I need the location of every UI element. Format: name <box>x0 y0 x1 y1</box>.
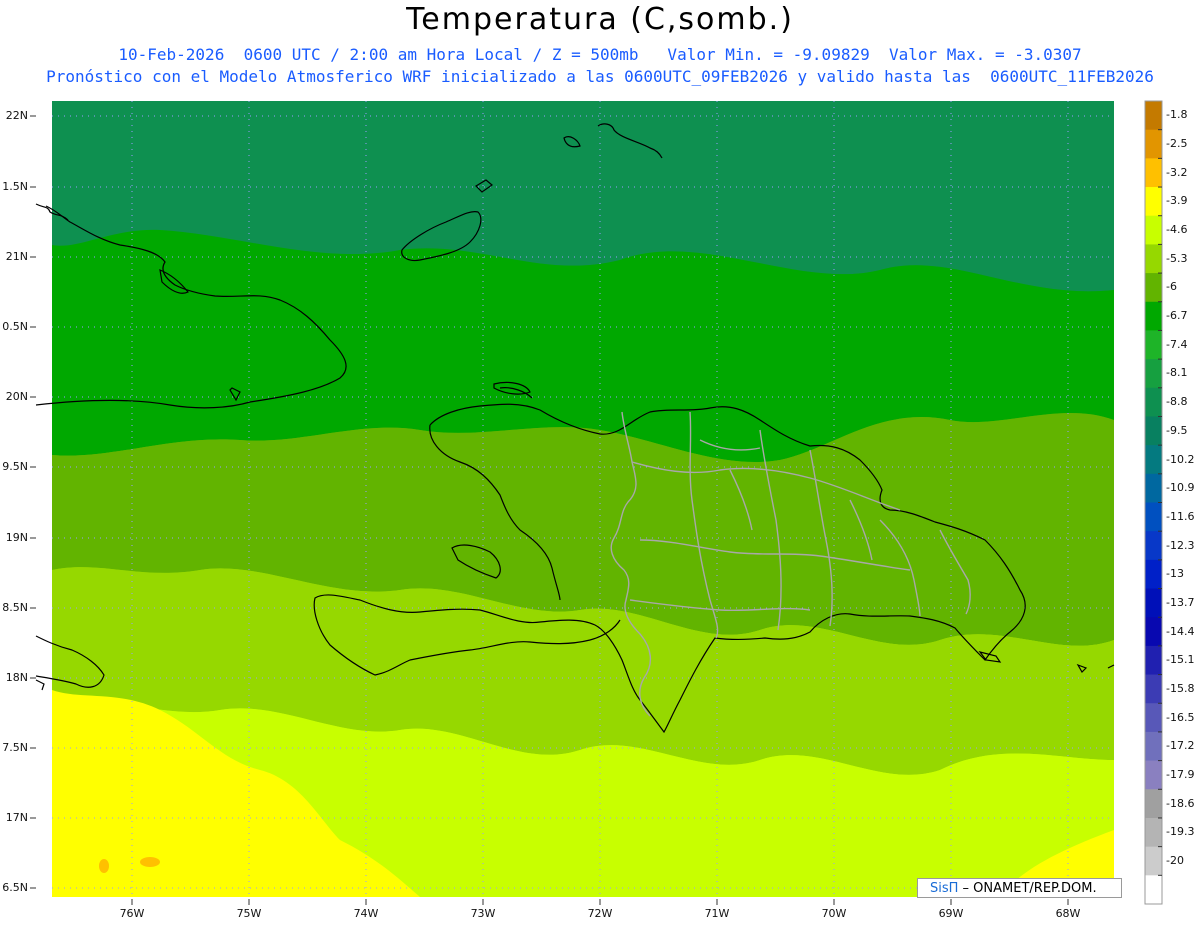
lat-label: 20N <box>5 390 28 403</box>
colorbar-swatch <box>1145 129 1162 159</box>
colorbar-swatch <box>1145 817 1162 848</box>
colorbar-swatch <box>1145 416 1162 446</box>
lon-label: 73W <box>470 907 496 920</box>
lat-label: 7.5N <box>2 741 28 754</box>
colorbar-swatch <box>1145 445 1162 475</box>
lat-label: 6.5N <box>2 881 28 894</box>
lat-label: 17N <box>5 811 28 824</box>
warm-patch <box>140 857 160 867</box>
colorbar-swatch <box>1145 731 1162 762</box>
lon-label: 69W <box>938 907 964 920</box>
colorbar-swatch <box>1145 359 1162 389</box>
colorbar-swatch <box>1145 875 1162 905</box>
colorbar-swatch <box>1145 101 1162 131</box>
lat-label: 21N <box>5 250 28 263</box>
colorbar-label: -10.9 <box>1166 481 1195 495</box>
colorbar-label: -4.6 <box>1166 223 1188 237</box>
colorbar-swatch <box>1145 531 1162 561</box>
lon-label: 75W <box>236 907 262 920</box>
lon-label: 74W <box>353 907 379 920</box>
colorbar-label: -20 <box>1166 854 1184 867</box>
colorbar-label: -15.1 <box>1166 653 1195 667</box>
colorbar-swatch <box>1145 674 1162 704</box>
colorbar-swatch <box>1145 473 1162 503</box>
lat-label: 18N <box>5 671 28 684</box>
colorbar-label: -9.5 <box>1166 423 1188 437</box>
colorbar-swatch <box>1145 617 1162 647</box>
colorbar-label: -2.5 <box>1166 137 1188 150</box>
lat-label: 9.5N <box>2 460 28 473</box>
credit-brand: SisΠ <box>930 881 959 896</box>
lon-label: 68W <box>1055 907 1081 920</box>
colorbar-label: -19.3 <box>1166 825 1195 839</box>
colorbar-label: -3.2 <box>1166 165 1188 179</box>
colorbar-label: -1.8 <box>1166 108 1188 122</box>
colorbar-label: -12.3 <box>1166 538 1195 552</box>
colorbar-label: -16.5 <box>1166 710 1195 724</box>
colorbar-swatch <box>1145 789 1162 819</box>
colorbar-swatch <box>1145 760 1162 790</box>
colorbar-swatch <box>1145 703 1162 733</box>
lat-label: 19N <box>5 531 28 544</box>
colorbar-label: -6 <box>1166 280 1177 294</box>
warm-patch-2 <box>99 859 109 873</box>
colorbar-label: -6.7 <box>1166 309 1188 323</box>
colorbar-label: -14.4 <box>1166 624 1195 638</box>
lat-label: 0.5N <box>2 320 28 333</box>
colorbar-swatch <box>1145 502 1162 532</box>
colorbar-label: -10.2 <box>1166 452 1195 466</box>
colorbar-label: -5.3 <box>1166 251 1188 265</box>
colorbar-swatch <box>1145 645 1162 676</box>
colorbar-label: -13.7 <box>1166 595 1195 609</box>
lon-label: 71W <box>704 907 730 920</box>
model-info-line: Pronóstico con el Modelo Atmosferico WRF… <box>46 67 1154 86</box>
colorbar-swatch <box>1145 215 1162 245</box>
colorbar-swatch <box>1145 387 1162 417</box>
colorbar-label: -18.6 <box>1166 796 1195 810</box>
forecast-time-line: 10-Feb-2026 0600 UTC / 2:00 am Hora Loca… <box>118 45 1082 64</box>
colorbar-swatch <box>1145 158 1162 188</box>
colorbar-label: -17.2 <box>1166 739 1195 753</box>
colorbar <box>1144 100 1163 905</box>
colorbar-label: -15.8 <box>1166 681 1195 695</box>
colorbar-swatch <box>1145 559 1162 590</box>
colorbar-swatch <box>1145 588 1162 618</box>
colorbar-swatch <box>1145 330 1162 360</box>
credit-box: SisΠ – ONAMET/REP.DOM. <box>917 878 1122 898</box>
colorbar-swatch <box>1145 846 1162 876</box>
colorbar-label: -8.1 <box>1166 366 1188 380</box>
colorbar-swatch <box>1145 187 1162 217</box>
colorbar-label: -13 <box>1166 567 1184 581</box>
lat-label: 22N <box>5 109 28 122</box>
colorbar-label: -8.8 <box>1166 395 1188 409</box>
colorbar-label: -7.4 <box>1166 337 1188 351</box>
colorbar-label: -17.9 <box>1166 767 1195 781</box>
credit-text: – ONAMET/REP.DOM. <box>958 881 1097 896</box>
lat-label: 8.5N <box>2 601 28 614</box>
map-title: Temperatura (C,somb.) <box>406 2 794 37</box>
lon-label: 76W <box>119 907 145 920</box>
colorbar-swatch <box>1145 301 1162 331</box>
lat-label: 1.5N <box>2 180 28 193</box>
colorbar-label: -3.9 <box>1166 194 1188 208</box>
lon-label: 72W <box>587 907 613 920</box>
forecast-map <box>30 100 1163 905</box>
colorbar-swatch <box>1145 244 1162 274</box>
colorbar-label: -11.6 <box>1166 509 1195 523</box>
colorbar-swatch <box>1145 273 1162 303</box>
jamaica-fragment-2 <box>35 679 45 691</box>
lon-label: 70W <box>821 907 847 920</box>
